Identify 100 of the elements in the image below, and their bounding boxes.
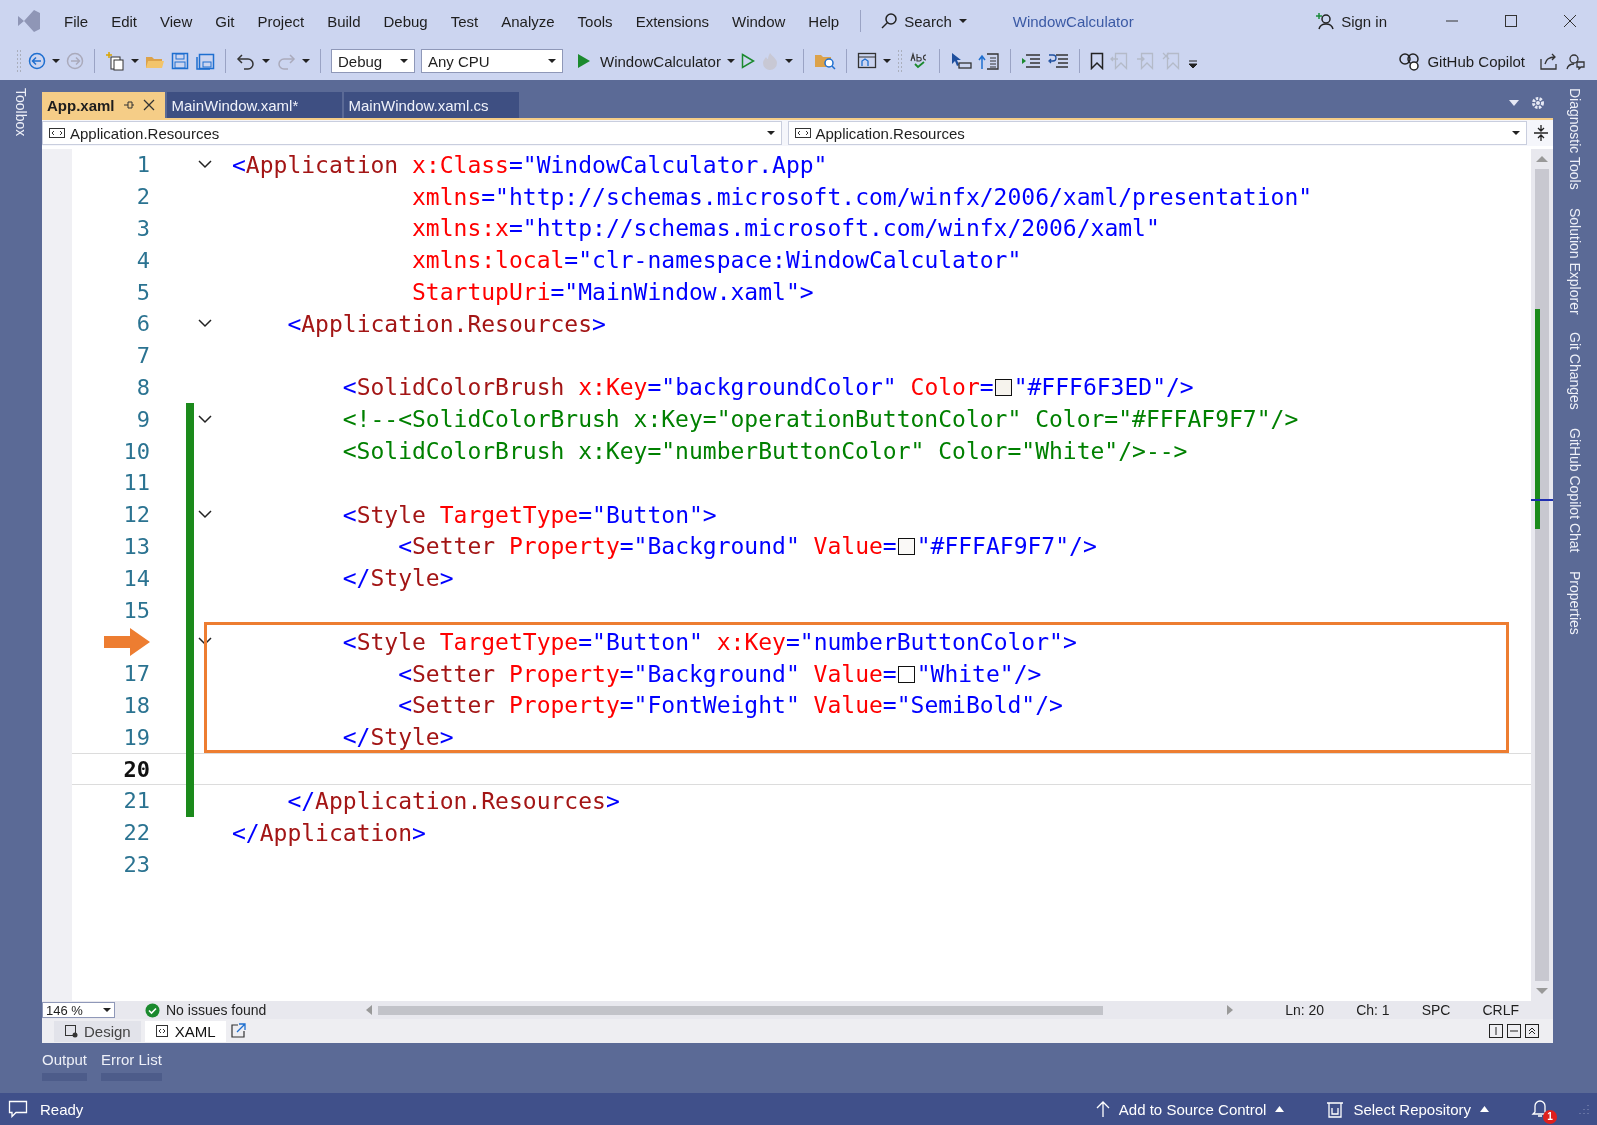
start-button[interactable]: WindowCalculator [577,52,721,70]
issues-status[interactable]: No issues found [166,1002,267,1018]
feedback-icon[interactable] [1565,52,1585,70]
side-tab[interactable]: Diagnostic Tools [1567,86,1583,192]
side-tab[interactable]: Properties [1567,568,1583,637]
caret-icon [400,58,408,64]
view-tab[interactable]: XAML [144,1020,226,1042]
scope-dropdown[interactable]: Application.Resources [42,121,782,145]
share-icon[interactable] [1539,52,1559,70]
panel-tab[interactable]: Output [42,1051,88,1081]
folder-search-icon[interactable] [813,52,836,70]
arrow-up-icon [1095,1100,1110,1118]
play-outline-icon[interactable] [740,53,755,69]
zoom-dropdown[interactable]: 146 % [42,1002,115,1018]
side-tab[interactable]: Solution Explorer [1567,205,1583,317]
status-text[interactable]: Ln: 20 [1285,1002,1325,1018]
outdent-icon[interactable] [1020,52,1041,70]
copilot-button[interactable]: GitHub Copilot [1398,51,1525,71]
caret-up-icon [1480,1106,1489,1112]
menu-item[interactable]: Build [319,9,369,33]
menu-item[interactable]: View [152,9,201,33]
caret-icon[interactable] [784,58,793,64]
caret-icon[interactable] [302,58,310,64]
save-icon[interactable] [171,52,189,70]
menu-item[interactable]: Edit [103,9,146,33]
search-button[interactable]: Search [875,9,973,33]
close-icon[interactable] [142,99,155,111]
panel-tab[interactable]: Error List [101,1051,162,1081]
settings-icon[interactable] [1531,96,1545,110]
pin-icon[interactable] [122,99,135,111]
menu-item[interactable]: Window [724,9,794,33]
popout-icon[interactable] [229,1023,246,1039]
search-icon [881,13,898,29]
cursor-comment-icon[interactable] [949,52,972,70]
split-horizontal-icon[interactable] [1507,1024,1521,1038]
line-number: 6 [136,311,150,337]
line-number: 7 [136,343,150,369]
document-arrow-icon[interactable] [977,52,1000,70]
document-tab[interactable]: MainWindow.xaml* [166,92,342,118]
check-circle-icon [145,1002,160,1018]
collapse-icon[interactable] [198,414,212,424]
save-all-icon[interactable] [195,52,215,70]
menu-item[interactable]: File [56,9,97,33]
code-line: <Setter Property="FontWeight" Value="SemiBold"/> [397,691,1063,721]
repository-button[interactable]: Select Repository [1326,1100,1489,1118]
code-line: </Style> [341,564,454,594]
caret-icon[interactable] [726,58,735,64]
line-number: 10 [123,438,150,464]
menu-item[interactable]: Tools [569,9,621,33]
caret-up-icon [1275,1106,1285,1112]
status-text[interactable]: SPC [1421,1002,1451,1018]
caret-icon[interactable] [52,58,60,64]
platform-dropdown[interactable]: Any CPU [421,49,563,73]
status-text[interactable]: Ch: 1 [1356,1002,1390,1018]
document-tab[interactable]: MainWindow.xaml.cs [343,92,519,118]
view-tab[interactable]: Design [54,1020,141,1042]
menu-item[interactable]: Debug [375,9,436,33]
document-tab[interactable]: App.xaml [42,92,165,118]
new-project-icon[interactable] [105,51,125,71]
configuration-dropdown[interactable]: Debug [331,49,415,73]
side-tab[interactable]: Toolbox [13,86,29,139]
code-line: <SolidColorBrush x:Key="numberButtonColor" Color="White"/>--> [341,437,1188,467]
collapse-icon[interactable] [198,510,212,520]
source-control-button[interactable]: Add to Source Control [1095,1100,1285,1118]
line-number: 1 [136,152,150,178]
code-line: xmlns="http://schemas.microsoft.com/winfx/2006/xaml/presentation" [411,182,1313,212]
close-icon[interactable] [1563,14,1577,28]
caret-icon [548,58,556,64]
maximize-icon[interactable] [1504,14,1518,28]
bookmark-icon[interactable] [1089,52,1104,70]
resize-grip-icon[interactable] [1579,1104,1589,1114]
menu-item[interactable]: Test [442,9,487,33]
scope-dropdown[interactable]: Application.Resources [787,121,1527,145]
menu-item[interactable]: Help [800,9,848,33]
back-icon[interactable] [28,52,46,70]
sign-in-button[interactable]: Sign in [1316,12,1387,30]
code-line: <Setter Property="Background" Value= "#FFFAF9F7"/> [397,532,1097,562]
split-vertical-icon[interactable] [1489,1024,1503,1038]
code-line: </Application> [232,818,426,848]
spell-check-icon[interactable] [908,52,929,70]
dropdown-icon[interactable] [1509,99,1519,107]
caret-icon[interactable] [882,58,891,64]
code-line: StartupUri="MainWindow.xaml"> [411,278,814,308]
side-tab[interactable]: GitHub Copilot Chat [1567,426,1583,555]
collapse-icon[interactable] [198,319,212,329]
menu-item[interactable]: Git [207,9,243,33]
status-text[interactable]: CRLF [1482,1002,1519,1018]
collapse-icon[interactable] [198,160,212,170]
collapse-icon[interactable] [198,637,212,647]
window-icon[interactable] [856,52,877,70]
indent-icon[interactable] [1046,52,1069,70]
menu-item[interactable]: Project [249,9,313,33]
split-icon[interactable] [1533,124,1549,142]
undo-icon[interactable] [236,52,256,70]
menu-item[interactable]: Extensions [627,9,717,33]
menu-item[interactable]: Analyze [493,9,563,33]
caret-icon[interactable] [131,58,139,64]
side-tab[interactable]: Git Changes [1567,330,1583,413]
caret-icon[interactable] [262,58,270,64]
collapse-pane-icon[interactable] [1525,1024,1539,1038]
